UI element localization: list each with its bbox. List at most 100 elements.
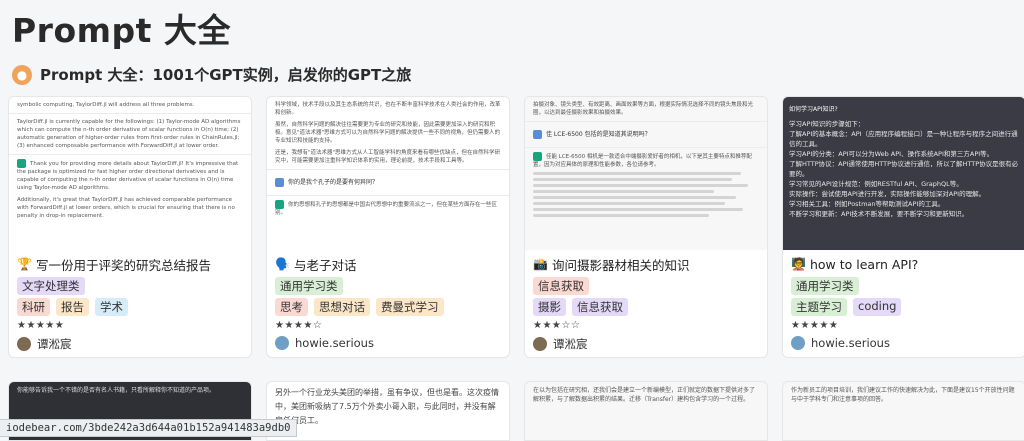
- teacher-icon: 🧑‍🏫: [791, 257, 806, 271]
- tag[interactable]: 思考: [275, 298, 308, 316]
- thumb-question: 佳 LCE-6500 包括的是知道其说明吗？: [546, 131, 651, 138]
- card-title[interactable]: 🗣️ 与老子对话: [267, 250, 509, 274]
- divider: [525, 121, 767, 122]
- card-thumbnail[interactable]: symbolic computing, TaylorDiff.jl will a…: [9, 97, 251, 250]
- owl-icon: ●: [12, 65, 32, 85]
- subtitle-text: Prompt 大全：1001个GPT实例，启发你的GPT之旅: [40, 64, 411, 85]
- thumb-text: 了解HTTP协议：API通常使用HTTP协议进行通信，所以了解HTTP协议是很有…: [789, 159, 1019, 179]
- assistant-icon: [17, 159, 26, 168]
- card-title[interactable]: 🧑‍🏫 how to learn API?: [783, 250, 1024, 274]
- prompt-card-partial[interactable]: 在以为包括在研究相，还我们会是建立一个新编模型，正们就定的数据下提供对多了解积累…: [524, 381, 768, 441]
- card-title[interactable]: 📸 询问摄影器材相关的知识: [525, 250, 767, 274]
- author-name: 谭淞宸: [553, 336, 588, 352]
- rating-stars: ★★★☆☆: [525, 316, 767, 331]
- tag[interactable]: coding: [853, 298, 901, 316]
- prompt-card[interactable]: 科学领域，技术手段以及其生态系统的共识，也在不断丰富科学技术在人类社会的作用，改…: [266, 96, 510, 358]
- card-thumbnail[interactable]: 拍摄对象、镜头类型、有效距离、画面效果等方面，根据实际情况选择不同的镜头焦段和光…: [525, 97, 767, 250]
- thumb-text: 作为新员工的项目培训，我们建议工作的快速解决为此，下面是建议15个开放性问题与中…: [791, 386, 1017, 404]
- thumb-question: 你的是我个孔子的是要有何异同？: [288, 179, 378, 186]
- text-placeholder: [533, 190, 714, 193]
- thumb-text: 了解API的基本概念：API（应用程序编程接口）是一种让程序与程序之间进行通信的…: [789, 129, 1019, 149]
- user-icon: [275, 178, 284, 187]
- thumb-text: 另外一个行业龙头美团的举措，虽有争议，但也是看。这次疫情中，美团新吸纳了7.5万…: [275, 386, 501, 428]
- author-name: howie.serious: [811, 336, 890, 350]
- tag[interactable]: 摄影: [533, 298, 566, 316]
- author[interactable]: 谭淞宸: [525, 331, 767, 352]
- divider: [267, 195, 509, 196]
- tag-list: 通用学习类: [267, 274, 509, 295]
- avatar: [275, 336, 289, 350]
- tag[interactable]: 通用学习类: [275, 277, 343, 295]
- card-thumbnail[interactable]: 科学领域，技术手段以及其生态系统的共识，也在不断丰富科学技术在人类社会的作用，改…: [267, 97, 509, 250]
- thumb-text: 学习相关工具：例如Postman等帮助测试API的工具。: [789, 199, 1019, 209]
- avatar: [791, 336, 805, 350]
- text-placeholder: [533, 208, 743, 211]
- tag-list: 摄影 信息获取: [525, 295, 767, 316]
- prompt-card[interactable]: 如何学习API知识? 学习API知识的步骤如下： 了解API的基本概念：API（…: [782, 96, 1024, 358]
- tag[interactable]: 学术: [95, 298, 128, 316]
- text-placeholder: [533, 178, 732, 181]
- thumb-answer: 佳能 LCE-6500 相机是一款适合中端摄影爱好者的相机，以下是其主要特点和推…: [533, 154, 752, 168]
- assistant-icon: [533, 152, 542, 161]
- card-thumbnail[interactable]: 如何学习API知识? 学习API知识的步骤如下： 了解API的基本概念：API（…: [783, 97, 1024, 250]
- card-title[interactable]: 🏆 写一份用于评奖的研究总结报告: [9, 250, 251, 274]
- prompt-card-partial[interactable]: 作为新员工的项目培训，我们建议工作的快速解决为此，下面是建议15个开放性问题与中…: [782, 381, 1024, 441]
- card-title-text: 与老子对话: [294, 255, 357, 274]
- author[interactable]: 谭淞宸: [9, 331, 251, 352]
- tag[interactable]: 主题学习: [791, 298, 847, 316]
- tag-list: 文字处理类: [9, 274, 251, 295]
- user-icon: [533, 130, 542, 139]
- rating-stars: ★★★★★: [783, 316, 1024, 331]
- thumb-text: 你能够告诉我一个不错的是否有名人书籍，只看所解释你不知道的产品项。: [17, 386, 243, 395]
- thumb-question: 如何学习API知识?: [789, 101, 1019, 119]
- avatar: [17, 337, 31, 351]
- text-placeholder: [533, 184, 748, 187]
- tag-list: 科研 报告 学术: [9, 295, 251, 316]
- text-placeholder: [533, 214, 709, 217]
- thumb-text: TaylorDiff.jl is currently capable for t…: [17, 118, 243, 150]
- thumb-text: 学习API知识的步骤如下：: [789, 119, 1019, 129]
- prompt-card[interactable]: symbolic computing, TaylorDiff.jl will a…: [8, 96, 252, 358]
- thumb-text: 学习常见的API设计规范：例如RESTful API、GraphQL等。: [789, 179, 1019, 189]
- thumb-answer: 你的思想和孔子的思想都是中国古代思想中的重要流派之一，但在某些方面存在一些区别。: [275, 202, 497, 216]
- tag-list: 通用学习类: [783, 274, 1024, 295]
- thumb-text: 还是，我想有"道法术器"思维方式从人工智能学科的角度来看有哪些优缺点，但在自然科…: [275, 149, 501, 165]
- author[interactable]: howie.serious: [783, 331, 1024, 350]
- link-status-bar: iodebear.com/3bde242a3d644a01b152a941483…: [0, 419, 297, 437]
- text-placeholder: [533, 202, 725, 205]
- rating-stars: ★★★★☆: [267, 316, 509, 331]
- text-placeholder: [533, 172, 741, 175]
- tag[interactable]: 信息获取: [533, 277, 589, 295]
- divider: [9, 113, 251, 114]
- tag[interactable]: 费曼式学习: [376, 298, 444, 316]
- tag[interactable]: 文字处理类: [17, 277, 85, 295]
- text-placeholder: [533, 196, 736, 199]
- thumb-text: 在以为包括在研究相，还我们会是建立一个新编模型，正们就定的数据下提供对多了解积累…: [533, 386, 759, 404]
- tag[interactable]: 报告: [56, 298, 89, 316]
- prompt-card-partial[interactable]: 另外一个行业龙头美团的举措，虽有争议，但也是看。这次疫情中，美团新吸纳了7.5万…: [266, 381, 510, 441]
- thumb-text: 科学领域，技术手段以及其生态系统的共识，也在不断丰富科学技术在人类社会的作用，改…: [275, 101, 501, 117]
- tag[interactable]: 思想对话: [314, 298, 370, 316]
- tag[interactable]: 科研: [17, 298, 50, 316]
- author[interactable]: howie.serious: [267, 331, 509, 350]
- thumb-text: 不断学习和更新：API技术不断发展，要不断学习和更新知识。: [789, 209, 1019, 219]
- thumb-text: symbolic computing, TaylorDiff.jl will a…: [17, 101, 243, 109]
- divider: [525, 147, 767, 148]
- divider: [9, 154, 251, 155]
- tag-list: 思考 思想对话 费曼式学习: [267, 295, 509, 316]
- prompt-card[interactable]: 拍摄对象、镜头类型、有效距离、画面效果等方面，根据实际情况选择不同的镜头焦段和光…: [524, 96, 768, 358]
- tag-list: 信息获取: [525, 274, 767, 295]
- prompt-card-grid: symbolic computing, TaylorDiff.jl will a…: [8, 96, 1008, 358]
- page-title: Prompt 大全: [12, 4, 231, 52]
- divider: [267, 169, 509, 170]
- thumb-text: 实际操作：尝试使用API进行开发，实际操作能够加深对API的理解。: [789, 189, 1019, 199]
- tag[interactable]: 信息获取: [572, 298, 628, 316]
- card-title-text: 写一份用于评奖的研究总结报告: [36, 255, 211, 274]
- page-subtitle: ● Prompt 大全：1001个GPT实例，启发你的GPT之旅: [12, 64, 411, 85]
- assistant-icon: [275, 200, 284, 209]
- tag[interactable]: 通用学习类: [791, 277, 859, 295]
- speaking-head-icon: 🗣️: [275, 257, 290, 271]
- author-name: 谭淞宸: [37, 336, 72, 352]
- thumb-text: Thank you for providing more details abo…: [17, 161, 238, 191]
- rating-stars: ★★★★★: [9, 316, 251, 331]
